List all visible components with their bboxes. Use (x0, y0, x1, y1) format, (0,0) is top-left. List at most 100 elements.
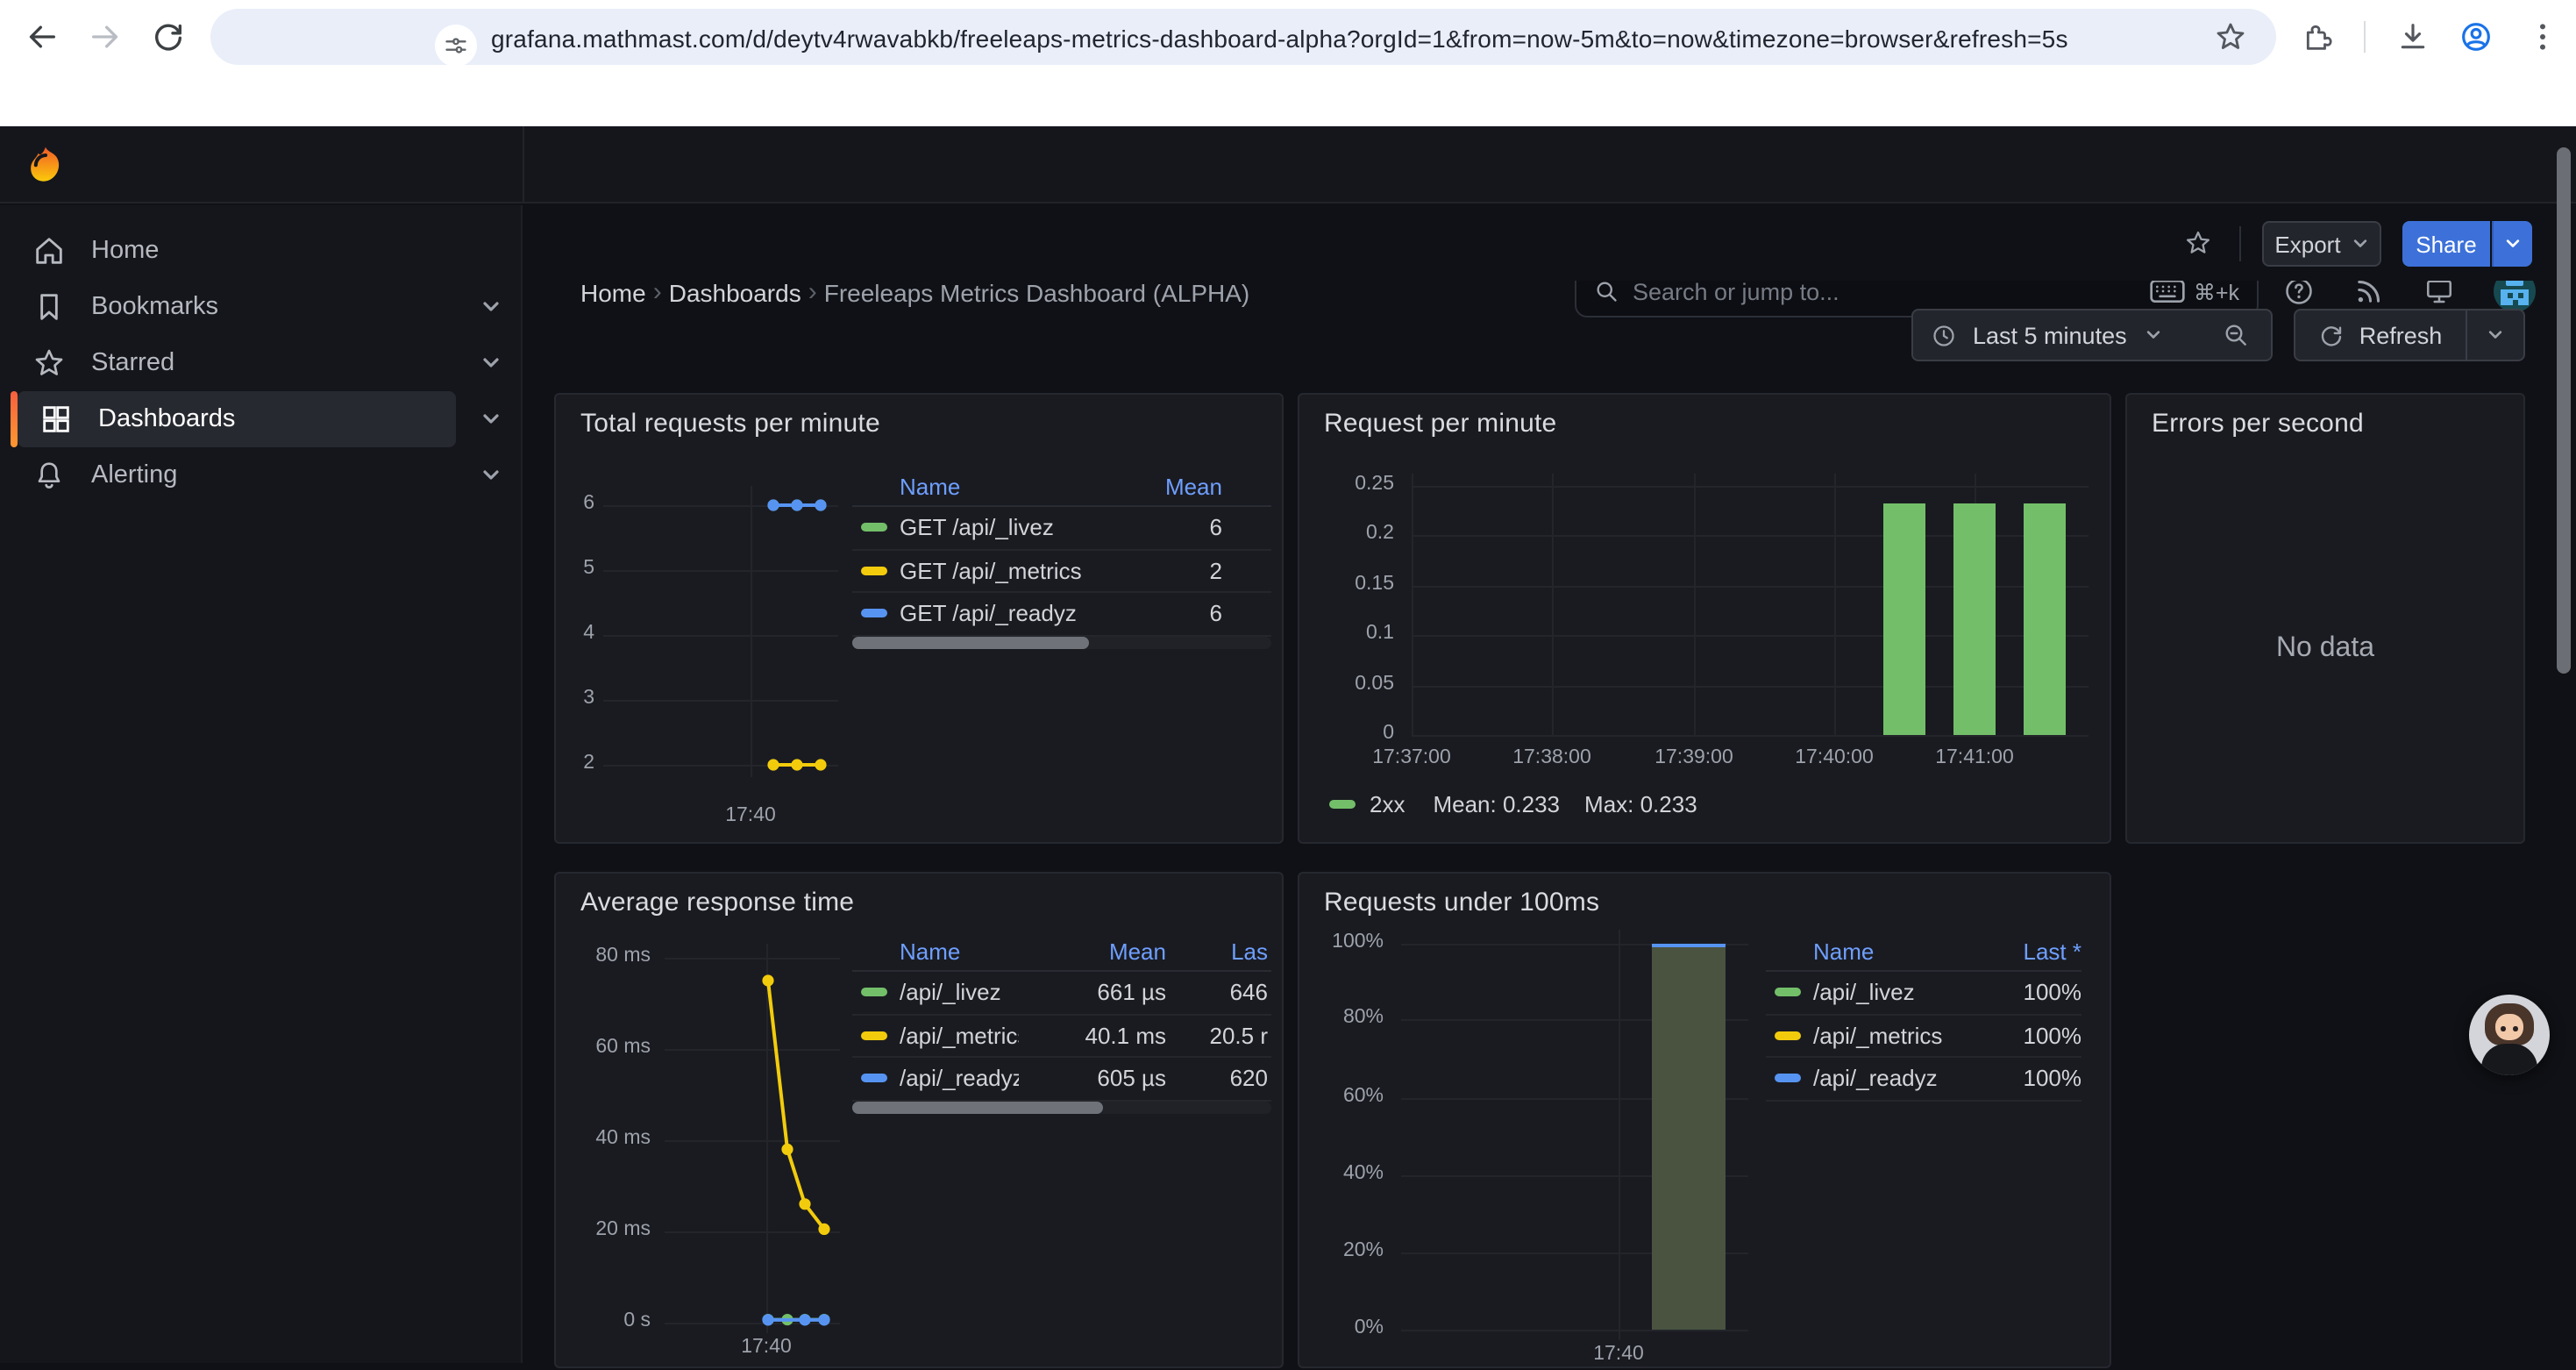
series-color-pill (861, 1074, 887, 1083)
legend-header: Name Last * (1766, 933, 2081, 972)
panel-average-response-time: Average response time 80 ms 60 ms 40 ms … (554, 872, 1284, 1368)
legend-scrollbar[interactable] (852, 1102, 1271, 1114)
legend-header: Name Mean (852, 468, 1271, 507)
legend-col-mean[interactable]: Mean (1019, 938, 1173, 965)
legend-col-name[interactable]: Name (900, 938, 1019, 965)
legend-row[interactable]: /api/_metrics 40.1 ms 20.5 r (852, 1015, 1271, 1058)
chevron-down-icon[interactable] (480, 353, 502, 374)
zoom-out-button[interactable] (2201, 309, 2273, 361)
y-tick-label: 40 ms (556, 1128, 651, 1149)
topbar-divider (523, 126, 524, 202)
x-tick-label: 17:41:00 (1913, 747, 2036, 768)
search-icon (1594, 279, 1619, 303)
panel-title[interactable]: Total requests per minute (580, 409, 880, 439)
x-tick-label: 17:39:00 (1633, 747, 1755, 768)
y-tick-label: 20 ms (556, 1219, 651, 1240)
no-data-message: No data (2127, 633, 2523, 665)
profile-icon[interactable] (2459, 19, 2494, 54)
y-tick-label: 100% (1299, 931, 1384, 952)
panel-total-requests-per-minute: Total requests per minute 6 5 4 3 2 17:4… (554, 393, 1284, 844)
bookmark-icon (32, 289, 67, 325)
y-tick-label: 20% (1299, 1239, 1384, 1260)
reload-icon[interactable] (151, 19, 186, 54)
refresh-button[interactable]: Refresh (2294, 309, 2467, 361)
chevron-down-icon[interactable] (480, 296, 502, 318)
downloads-icon[interactable] (2395, 19, 2430, 54)
y-tick-label: 0 s (556, 1310, 651, 1331)
legend-scrollbar[interactable] (852, 637, 1271, 649)
zoom-out-icon (2222, 321, 2250, 349)
panel-title[interactable]: Errors per second (2152, 409, 2364, 439)
breadcrumb-dashboards[interactable]: Dashboards (669, 278, 801, 306)
sidebar-item-starred[interactable]: Starred (11, 335, 491, 391)
legend-max: Max: 0.233 (1584, 791, 1697, 817)
sidebar-item-home[interactable]: Home (11, 223, 491, 279)
panel-title[interactable]: Average response time (580, 888, 854, 917)
sidebar-item-dashboards[interactable]: Dashboards (18, 391, 456, 447)
y-tick-label: 60 ms (556, 1037, 651, 1058)
x-tick-label: 17:40:00 (1773, 747, 1896, 768)
series-color-pill (1775, 1031, 1801, 1040)
bookmarks-bar: Freeleaps 收藏博客 (0, 74, 2576, 126)
x-tick-label: 17:40 (724, 1337, 808, 1358)
legend-series-name: 2xx (1370, 791, 1405, 817)
assistant-avatar[interactable] (2469, 995, 2550, 1075)
legend-col-mean[interactable]: Mean (1103, 474, 1271, 500)
legend-col-last[interactable]: Last * (1976, 938, 2081, 965)
browser-menu-icon[interactable] (2525, 19, 2560, 54)
bar-2xx[interactable] (1883, 503, 1925, 735)
export-button[interactable]: Export (2262, 221, 2381, 267)
legend-table: Name Mean GET /api/_livez 6 GET /api/_me… (852, 468, 1271, 636)
site-settings-icon[interactable] (435, 25, 477, 67)
y-tick-label: 40% (1299, 1162, 1384, 1183)
legend[interactable]: 2xx Mean: 0.233 Max: 0.233 (1320, 791, 1697, 817)
y-tick-label: 80 ms (556, 945, 651, 967)
favorite-star-icon[interactable] (2183, 228, 2213, 258)
legend-row[interactable]: /api/_livez 100% (1766, 972, 2081, 1015)
x-tick-label: 17:37:00 (1350, 747, 1473, 768)
time-range-label: Last 5 minutes (1973, 322, 2127, 348)
search-shortcut: ⌘+k (2150, 278, 2239, 304)
sidebar-item-label: Alerting (91, 461, 491, 489)
grafana-logo-icon[interactable] (25, 144, 67, 186)
sidebar-item-bookmarks[interactable]: Bookmarks (11, 279, 491, 335)
forward-icon[interactable] (88, 19, 123, 54)
active-item-accent (11, 391, 18, 447)
url-text[interactable]: grafana.mathmast.com/d/deytv4rwavabkb/fr… (491, 24, 2068, 52)
address-bar[interactable]: grafana.mathmast.com/d/deytv4rwavabkb/fr… (210, 9, 2276, 65)
extensions-icon[interactable] (2301, 19, 2336, 54)
legend-row[interactable]: GET /api/_metrics 2 (852, 550, 1271, 593)
chevron-down-icon[interactable] (480, 465, 502, 486)
series-color-pill (861, 524, 887, 532)
legend-row[interactable]: /api/_readyz 100% (1766, 1058, 2081, 1101)
back-icon[interactable] (25, 19, 60, 54)
series-color-pill (861, 988, 887, 997)
share-dropdown-button[interactable] (2492, 221, 2532, 267)
sidebar-item-alerting[interactable]: Alerting (11, 447, 491, 503)
chevron-down-icon[interactable] (480, 409, 502, 430)
breadcrumb-home[interactable]: Home (580, 278, 646, 306)
panel-title[interactable]: Request per minute (1324, 409, 1556, 439)
legend-mean: Mean: 0.233 (1433, 791, 1560, 817)
page-scrollbar[interactable] (2557, 147, 2571, 674)
legend-col-last[interactable]: Las (1173, 938, 1271, 965)
refresh-interval-dropdown[interactable] (2467, 309, 2525, 361)
legend-row[interactable]: GET /api/_readyz 6 (852, 593, 1271, 636)
bookmark-star-icon[interactable] (2213, 19, 2248, 54)
legend-row[interactable]: /api/_livez 661 µs 646 (852, 972, 1271, 1015)
legend-col-name[interactable]: Name (1813, 938, 1976, 965)
search-placeholder: Search or jump to... (1633, 278, 2150, 304)
legend-row[interactable]: /api/_readyz 605 µs 620 (852, 1058, 1271, 1101)
legend-row[interactable]: GET /api/_livez 6 (852, 507, 1271, 550)
x-tick-label: 17:40 (1576, 1344, 1661, 1365)
share-button[interactable]: Share (2402, 221, 2490, 267)
breadcrumb-current: Freeleaps Metrics Dashboard (ALPHA) (824, 278, 1250, 306)
bar-2xx[interactable] (2024, 503, 2066, 735)
legend-col-name[interactable]: Name (900, 474, 1103, 500)
bar-under-100ms[interactable] (1652, 943, 1726, 1329)
panel-title[interactable]: Requests under 100ms (1324, 888, 1599, 917)
time-range-picker[interactable]: Last 5 minutes (1911, 309, 2202, 361)
bar-2xx[interactable] (1953, 503, 1996, 735)
legend-row[interactable]: /api/_metrics 100% (1766, 1015, 2081, 1058)
refresh-label: Refresh (2359, 322, 2443, 348)
